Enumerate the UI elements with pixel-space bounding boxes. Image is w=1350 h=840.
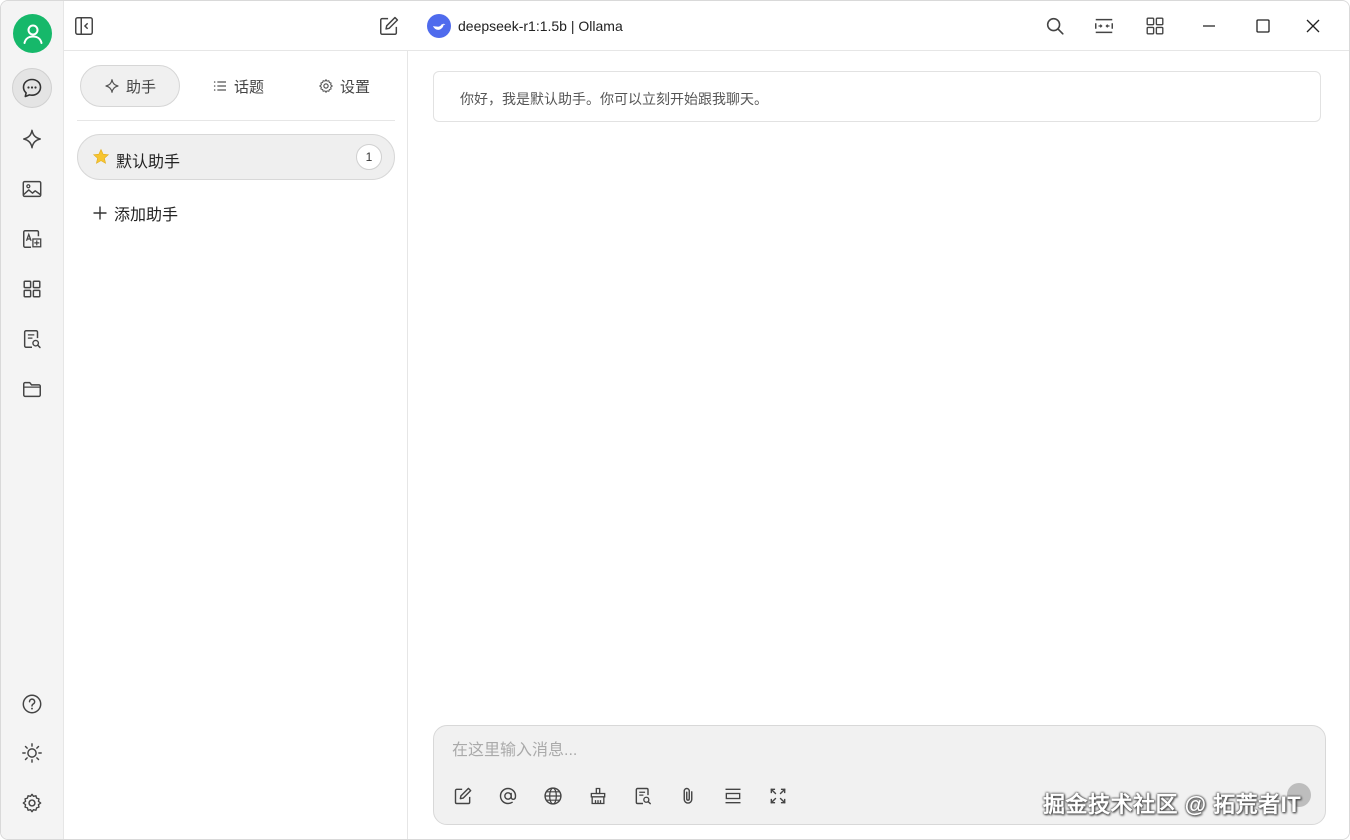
rail-translate-button[interactable]	[12, 219, 52, 259]
tab-assistants[interactable]: 助手	[80, 65, 180, 107]
icon-rail	[1, 1, 64, 839]
translate-icon	[23, 230, 42, 248]
model-logo	[427, 14, 451, 38]
greeting-message: 你好，我是默认助手。你可以立刻开始跟我聊天。	[433, 71, 1321, 122]
message-input[interactable]	[452, 738, 1302, 764]
maximize-icon	[1256, 19, 1270, 33]
expand-input-button[interactable]	[765, 783, 791, 809]
tab-assistants-label: 助手	[125, 78, 156, 96]
rail-knowledge-button[interactable]	[12, 319, 52, 359]
app-window: deepseek-r1:1.5b | Ollama 助手 话题 设置 默认助手 …	[0, 0, 1350, 840]
edit-icon	[380, 16, 399, 35]
new-topic-tool-button[interactable]	[450, 783, 476, 809]
assistant-name: 默认助手	[116, 154, 181, 171]
knowledge-base-button[interactable]	[630, 783, 656, 809]
attach-file-button[interactable]	[675, 783, 701, 809]
rail-chat-button[interactable]	[12, 68, 52, 108]
rail-help-button[interactable]	[12, 684, 52, 724]
rail-agents-button[interactable]	[12, 119, 52, 159]
user-avatar[interactable]	[13, 14, 52, 53]
topic-count-badge: 1	[356, 144, 382, 170]
add-assistant-button[interactable]: 添加助手	[92, 201, 178, 225]
user-icon	[23, 24, 42, 44]
minimize-icon	[1203, 25, 1215, 27]
sidebar-collapse-icon	[75, 17, 93, 35]
clear-context-button[interactable]	[720, 783, 746, 809]
assistant-panel: 助手 话题 设置 默认助手 1 添加助手	[64, 51, 408, 839]
attach-icon	[683, 787, 693, 804]
list-icon	[213, 81, 226, 91]
tab-topics[interactable]: 话题	[190, 65, 286, 107]
tabs-divider	[77, 120, 395, 121]
tab-topics-label: 话题	[233, 78, 264, 96]
narrow-width-icon	[1095, 18, 1113, 34]
tab-settings-label: 设置	[339, 78, 370, 96]
gear-icon	[319, 79, 333, 93]
minimize-button[interactable]	[1196, 13, 1222, 39]
watermark: 掘金技术社区 @ 拓荒者IT	[1043, 792, 1302, 817]
grid-icon	[1146, 17, 1164, 35]
clear-messages-button[interactable]	[585, 783, 611, 809]
chat-bubble-icon	[22, 78, 42, 98]
rail-files-button[interactable]	[12, 369, 52, 409]
star-icon	[92, 148, 110, 164]
whale-icon	[433, 23, 446, 30]
clear-brush-icon	[590, 787, 606, 805]
help-icon	[22, 694, 42, 714]
rail-settings-button[interactable]	[12, 783, 52, 823]
search-button[interactable]	[1042, 13, 1068, 39]
mention-model-button[interactable]	[495, 783, 521, 809]
rail-apps-button[interactable]	[12, 269, 52, 309]
assistant-item-default[interactable]: 默认助手 1	[77, 134, 395, 180]
sparkle-icon	[23, 129, 41, 149]
knowledge-search-icon	[23, 330, 41, 349]
mention-icon	[499, 787, 517, 805]
title-bar: deepseek-r1:1.5b | Ollama	[64, 1, 1349, 51]
new-topic-button[interactable]	[376, 13, 402, 39]
plus-icon	[93, 206, 107, 220]
add-assistant-label: 添加助手	[114, 207, 179, 224]
web-search-button[interactable]	[540, 783, 566, 809]
minapp-button[interactable]	[1142, 13, 1168, 39]
model-title[interactable]: deepseek-r1:1.5b | Ollama	[458, 18, 623, 34]
sparkle-icon	[105, 79, 119, 93]
globe-icon	[544, 787, 562, 805]
rail-paintings-button[interactable]	[12, 169, 52, 209]
image-icon	[22, 180, 42, 198]
settings-gear-icon	[22, 793, 42, 813]
close-button[interactable]	[1300, 13, 1326, 39]
knowledge-icon	[635, 787, 651, 805]
rail-theme-button[interactable]	[12, 733, 52, 773]
search-icon	[1046, 17, 1064, 35]
divider-icon	[725, 788, 741, 804]
expand-icon	[770, 788, 786, 804]
folder-icon	[23, 381, 41, 398]
theme-sun-icon	[22, 743, 42, 763]
apps-grid-icon	[23, 280, 41, 298]
toggle-sidebar-button[interactable]	[71, 13, 97, 39]
chat-area: 你好，我是默认助手。你可以立刻开始跟我聊天。	[408, 51, 1349, 839]
tab-settings[interactable]: 设置	[296, 65, 392, 107]
edit-icon	[454, 787, 472, 805]
narrow-mode-button[interactable]	[1091, 13, 1117, 39]
maximize-button[interactable]	[1250, 13, 1276, 39]
close-icon	[1306, 19, 1320, 33]
